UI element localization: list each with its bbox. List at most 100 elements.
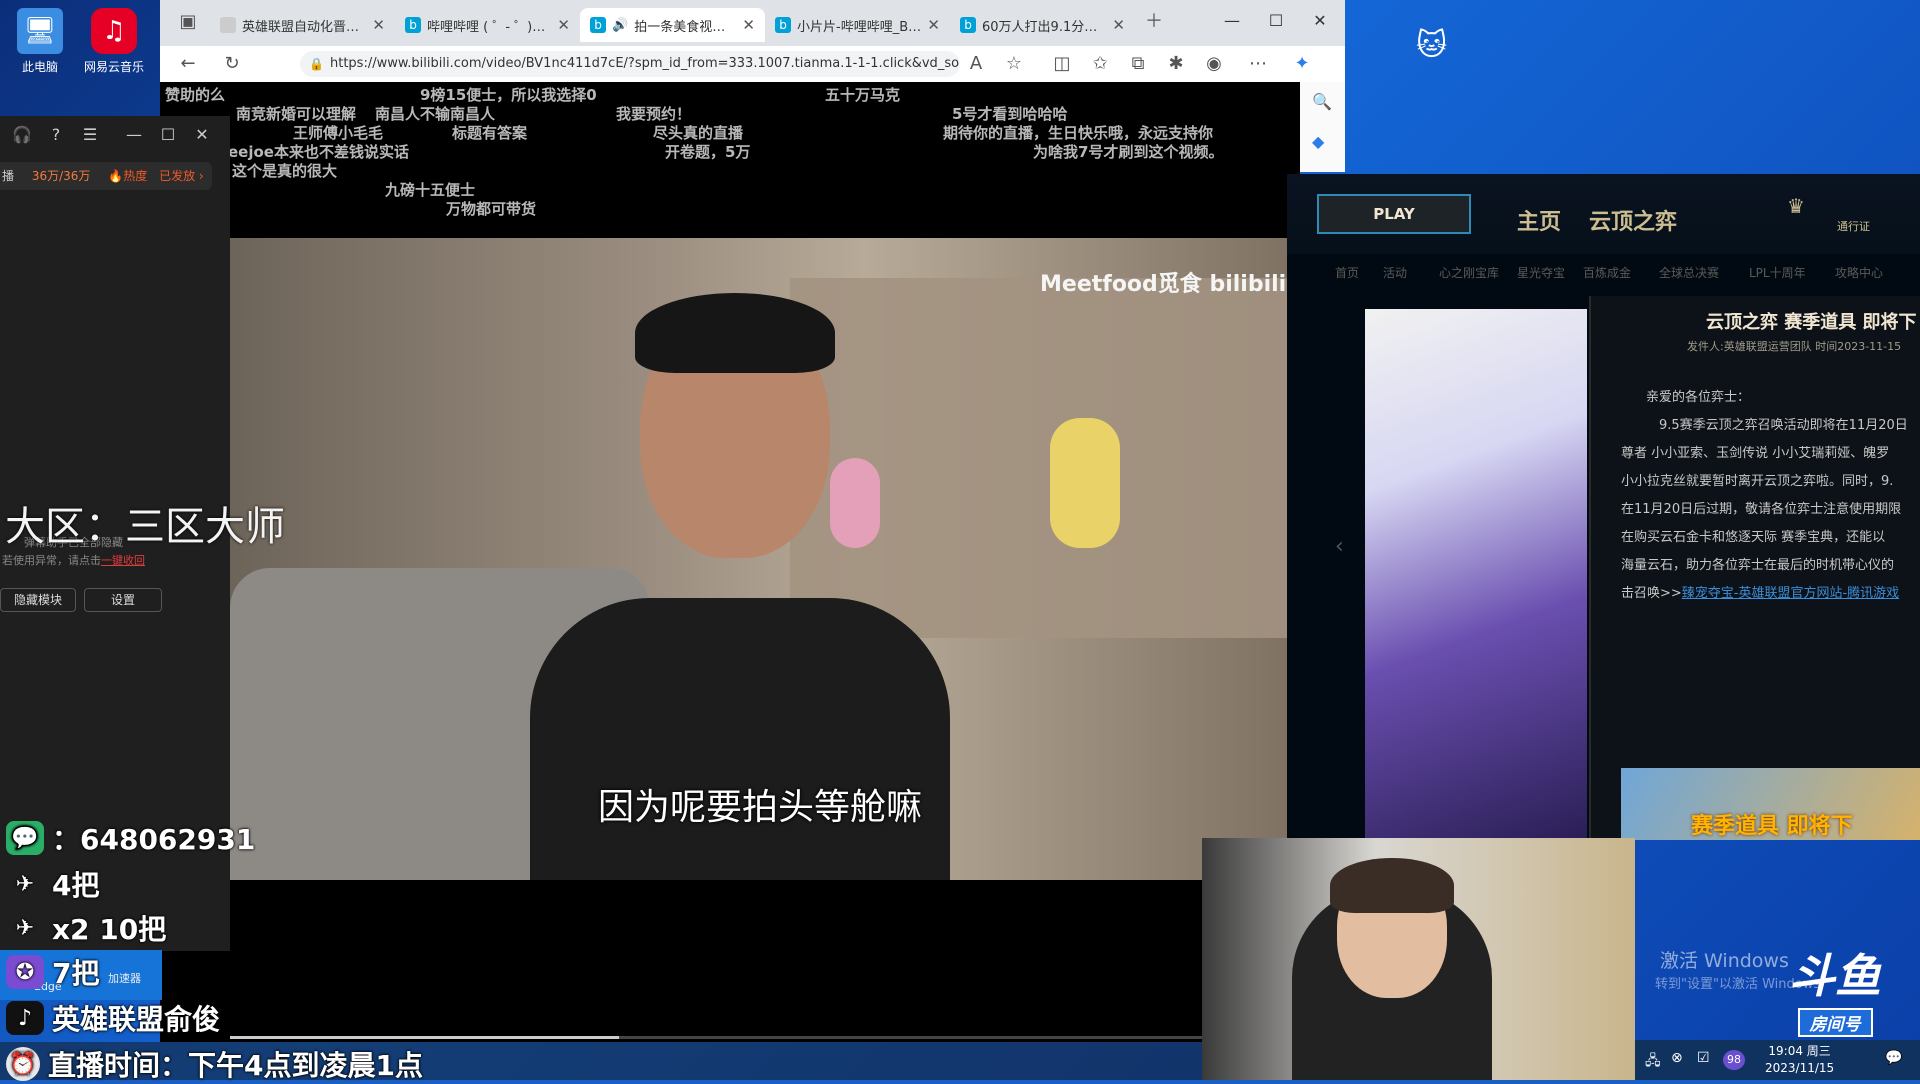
- tray-app-icon[interactable]: ⊗: [1671, 1050, 1683, 1066]
- tab-label: 拍一条美食视频…: [634, 19, 737, 35]
- tab-label: 60万人打出9.1分！它…: [982, 19, 1106, 35]
- flame-icon: 🔥: [108, 169, 124, 183]
- cat-mascot-icon: 🐱: [1416, 28, 1448, 63]
- panel-notice-text: 若使用异常，请点击: [2, 554, 101, 567]
- tab-actions-icon[interactable]: ▣: [174, 10, 202, 34]
- close-icon[interactable]: ✕: [190, 124, 214, 146]
- webcam-feed: [1202, 838, 1635, 1080]
- url-text: https://www.bilibili.com/video/BV1nc411d…: [330, 56, 960, 71]
- collections-icon[interactable]: ⧉: [1124, 52, 1152, 76]
- danmaku-comment: 9榜15便士，所以我选择0: [420, 86, 597, 104]
- article-link-prefix: 击召唤>>: [1621, 586, 1682, 601]
- extensions-icon[interactable]: ✱: [1162, 52, 1190, 76]
- profile-icon[interactable]: ◉: [1200, 52, 1228, 76]
- subnav-item[interactable]: 星光夺宝: [1517, 264, 1565, 281]
- read-aloud-icon[interactable]: A: [962, 52, 990, 76]
- presenter-hair: [635, 293, 835, 373]
- url-field[interactable]: 🔒 https://www.bilibili.com/video/BV1nc41…: [300, 51, 960, 77]
- search-icon[interactable]: 🔍: [1312, 92, 1332, 111]
- tab-food-video[interactable]: b 🔊 拍一条美食视频… ✕: [580, 8, 765, 42]
- article-line: 海量云石，助力各位弈士在最后的时机带心仪的: [1621, 558, 1895, 573]
- speaker-icon[interactable]: 🔊: [612, 18, 628, 33]
- refresh-icon[interactable]: ↻: [218, 52, 246, 76]
- tab-label: 英雄联盟自动化晋级周…: [242, 19, 366, 35]
- tray-badge[interactable]: 98: [1723, 1050, 1745, 1070]
- close-tab-icon[interactable]: ✕: [372, 16, 385, 34]
- chevron-left-icon[interactable]: ‹: [1335, 534, 1344, 559]
- subnav-item[interactable]: 心之刚宝库: [1439, 264, 1499, 281]
- split-screen-icon[interactable]: ◫: [1048, 52, 1076, 76]
- subnav-item[interactable]: 首页: [1335, 264, 1359, 281]
- help-icon[interactable]: ?: [44, 124, 68, 146]
- tag-icon[interactable]: ◆: [1312, 132, 1324, 151]
- tft-champion-art[interactable]: [1365, 309, 1587, 840]
- restore-link[interactable]: 一键收回: [101, 554, 145, 567]
- headset-icon[interactable]: 🎧: [10, 124, 34, 146]
- fortune-line: ✪ 7把: [6, 952, 99, 992]
- favorite-star-icon[interactable]: ☆: [1000, 52, 1028, 76]
- subnav-item[interactable]: 攻略中心: [1835, 264, 1883, 281]
- plane-line-2: ✈ x2 10把: [6, 908, 166, 948]
- favorites-icon[interactable]: ✩: [1086, 52, 1114, 76]
- article-line: 在11月20日后过期，敬请各位弈士注意使用期限: [1621, 502, 1902, 517]
- taskbar-clock[interactable]: 19:04 周三 2023/11/15: [1765, 1043, 1834, 1077]
- desktop-icon-netease-music[interactable]: ♫ 网易云音乐: [74, 8, 154, 75]
- tab-bilibili-home[interactable]: b 哔哩哔哩 ( ゜- ゜)つロ … ✕: [395, 8, 580, 42]
- more-menu-icon[interactable]: ⋯: [1244, 52, 1272, 76]
- clock-date: 2023/11/15: [1765, 1061, 1835, 1075]
- subnav-item[interactable]: 活动: [1383, 264, 1407, 281]
- video-frame[interactable]: Meetfood觅食 bilibili 因为呢要拍头等舱嘛: [230, 238, 1287, 880]
- close-tab-icon[interactable]: ✕: [927, 16, 940, 34]
- schedule-line: ⏰ 直播时间：下午4点到凌晨1点: [6, 1044, 423, 1084]
- subnav-item[interactable]: 全球总决赛: [1659, 264, 1719, 281]
- nav-home[interactable]: 主页: [1517, 204, 1561, 236]
- close-tab-icon[interactable]: ✕: [1112, 16, 1125, 34]
- restore-icon[interactable]: ☐: [156, 124, 180, 146]
- network-icon[interactable]: 🖧: [1645, 1050, 1661, 1074]
- plane-line-1: ✈ 4把: [6, 864, 100, 904]
- pass-icon[interactable]: ♛: [1787, 194, 1805, 218]
- close-window-button[interactable]: ✕: [1298, 6, 1342, 36]
- tab-600k-review[interactable]: b 60万人打出9.1分！它… ✕: [950, 8, 1135, 42]
- chevron-right-icon: ›: [198, 169, 204, 183]
- computer-icon: 🖥: [17, 8, 63, 54]
- background-wall: [790, 278, 1287, 638]
- nav-tft[interactable]: 云顶之弈: [1589, 204, 1677, 236]
- article-link[interactable]: 臻宠夺宝-英雄联盟官方网站-腾讯游戏: [1682, 586, 1899, 601]
- article-title: 云顶之弈 赛季道具 即将下: [1706, 312, 1917, 333]
- desktop-icon-this-pc[interactable]: 🖥 此电脑: [0, 8, 80, 75]
- pass-label[interactable]: 通行证: [1837, 218, 1870, 234]
- rocket-badge-icon: ✪: [6, 955, 44, 989]
- danmaku-comment: 这个是真的很大: [232, 162, 338, 180]
- close-tab-icon[interactable]: ✕: [742, 16, 755, 34]
- play-button[interactable]: PLAY: [1317, 194, 1471, 234]
- back-icon[interactable]: ←: [174, 52, 202, 76]
- minimize-icon[interactable]: —: [122, 124, 146, 146]
- copilot-icon[interactable]: ✦: [1288, 52, 1316, 76]
- stream-schedule: 直播时间：下午4点到凌晨1点: [48, 1049, 423, 1082]
- settings-button[interactable]: 设置: [84, 588, 162, 612]
- plane-icon: ✈: [15, 915, 35, 941]
- checkbox-tray-icon[interactable]: ☑: [1697, 1050, 1710, 1066]
- subnav-item[interactable]: 百炼成金: [1583, 264, 1631, 281]
- minimize-button[interactable]: —: [1210, 6, 1254, 36]
- bilibili-favicon-icon: b: [960, 17, 976, 33]
- season-banner[interactable]: 赛季道具 即将下: [1621, 768, 1920, 840]
- video-progress-bar[interactable]: [230, 1036, 1202, 1039]
- close-tab-icon[interactable]: ✕: [557, 16, 570, 34]
- new-tab-icon[interactable]: ＋: [1140, 10, 1168, 34]
- lock-icon: 🔒: [309, 57, 324, 71]
- clock-time: 19:04 周三: [1768, 1044, 1831, 1058]
- subnav-item[interactable]: LPL十周年: [1749, 264, 1806, 281]
- douyu-logo: 斗鱼: [1789, 949, 1881, 1003]
- hide-module-button[interactable]: 隐藏模块: [0, 588, 76, 612]
- plane-count-2: x2 10把: [52, 913, 167, 946]
- accelerator-label[interactable]: 加速器: [108, 970, 141, 986]
- tab-xiaopianpian[interactable]: b 小片片-哔哩哔哩_Bilib… ✕: [765, 8, 950, 42]
- live-stats-bar[interactable]: 播 36万/36万 🔥热度 已发放 ›: [0, 162, 212, 190]
- tab-lol-automation[interactable]: 英雄联盟自动化晋级周… ✕: [210, 8, 395, 42]
- menu-icon[interactable]: ☰: [78, 124, 102, 146]
- maximize-button[interactable]: ☐: [1254, 6, 1298, 36]
- danmaku-comment: 赞助的么: [165, 86, 226, 104]
- notification-icon[interactable]: 💬: [1885, 1050, 1902, 1066]
